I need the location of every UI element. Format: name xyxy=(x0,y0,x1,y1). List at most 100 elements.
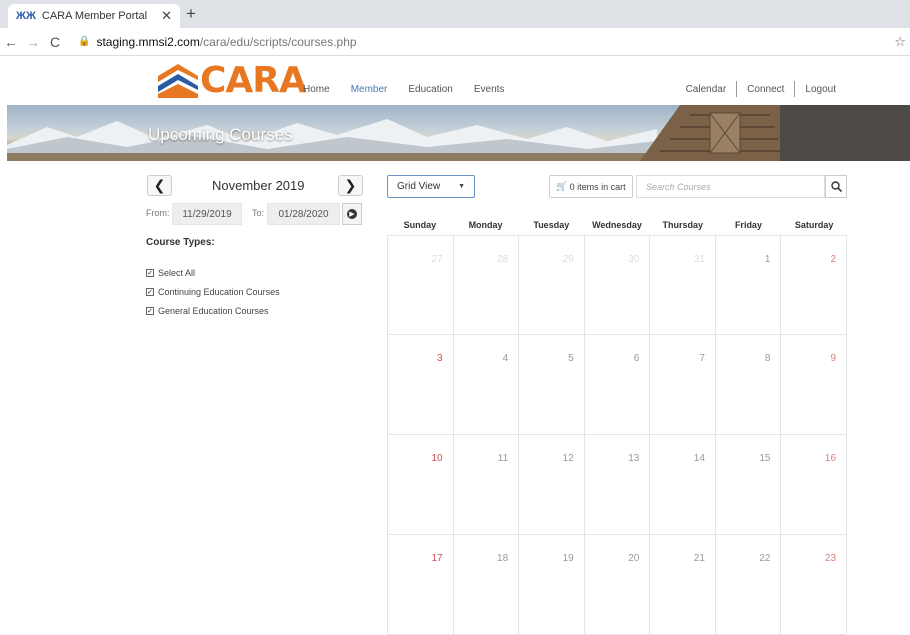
calendar-week-row: 10 11 12 13 14 15 16 xyxy=(387,435,848,535)
calendar-week-row: 3456789 xyxy=(387,335,848,435)
apply-date-button[interactable]: ▶ xyxy=(342,203,362,225)
calendar-day-cell[interactable]: 19 xyxy=(519,535,585,635)
search-input[interactable] xyxy=(636,175,825,198)
search-icon xyxy=(830,181,842,192)
calendar-day-cell[interactable]: 27 xyxy=(387,235,454,335)
search-button[interactable] xyxy=(825,175,847,198)
checkbox-checked-icon[interactable]: ✓ xyxy=(146,288,154,296)
checkbox-checked-icon[interactable]: ✓ xyxy=(146,307,154,315)
calendar-day-cell[interactable]: 23 xyxy=(781,535,848,635)
weekday-label: Tuesday xyxy=(533,220,570,230)
calendar-day-cell[interactable]: 21 xyxy=(650,535,716,635)
forward-arrow-icon[interactable]: → xyxy=(22,34,44,50)
calendar-day-cell[interactable]: 17 xyxy=(387,535,454,635)
calendar-day-cell[interactable]: 16 xyxy=(781,435,848,535)
prev-month-button[interactable]: ❮ xyxy=(147,175,172,196)
calendar-day-cell[interactable]: 2 xyxy=(781,235,848,335)
nav-connect[interactable]: Connect xyxy=(747,84,784,95)
chevron-right-icon: ❯ xyxy=(344,177,357,193)
caret-down-icon: ▼ xyxy=(458,183,465,190)
calendar-week-row: 17 18 19 20 21 22 23 xyxy=(387,535,848,635)
cara-favicon-icon: ЖЖ xyxy=(16,10,36,22)
calendar-day-cell[interactable]: 1 xyxy=(715,235,782,335)
calendar-day-cell[interactable]: 28 xyxy=(453,235,520,335)
cart-icon: 🛒 xyxy=(556,181,568,191)
weekday-label: Saturday xyxy=(794,220,834,230)
weekday-label: Monday xyxy=(468,220,503,230)
new-tab-icon[interactable]: + xyxy=(186,4,196,24)
view-select[interactable]: Grid View ▼ xyxy=(387,175,475,198)
calendar-day-cell[interactable]: 18 xyxy=(453,535,520,635)
browser-tabbar: ЖЖ CARA Member Portal ✕ + xyxy=(0,0,910,28)
calendar-grid: 27 28 29 30 31 1 2 3 4 5 6 7 8 9 10 11 12 13 14 15 16 17 18 19 2… xyxy=(387,235,848,635)
nav-divider xyxy=(794,81,796,97)
calendar-day-cell[interactable]: 22 xyxy=(715,535,782,635)
checkbox-label: Select All xyxy=(158,268,196,278)
chevron-left-icon: ❮ xyxy=(153,177,166,193)
calendar-day-cell[interactable]: 15 xyxy=(715,435,782,535)
nav-logout[interactable]: Logout xyxy=(805,84,836,95)
nav-divider xyxy=(736,81,738,97)
nav-member[interactable]: Member xyxy=(351,84,388,95)
calendar-day-cell[interactable]: 29 xyxy=(519,235,585,335)
calendar-day-cell[interactable]: 31 xyxy=(650,235,716,335)
weekday-label: Thursday xyxy=(662,220,703,230)
calendar-day-cell[interactable]: 8 xyxy=(715,335,782,435)
nav-events[interactable]: Events xyxy=(474,84,505,95)
nav-home[interactable]: Home xyxy=(303,84,330,95)
checkbox-continuing-education[interactable]: ✓ Continuing Education Courses xyxy=(146,287,280,297)
checkbox-label: Continuing Education Courses xyxy=(158,287,280,297)
cart-button[interactable]: 🛒 0 items in cart xyxy=(549,175,633,198)
calendar-day-cell[interactable]: 10 xyxy=(387,435,454,535)
month-label: November 2019 xyxy=(212,178,305,193)
checkbox-checked-icon[interactable]: ✓ xyxy=(146,269,154,277)
from-date-input[interactable]: 11/29/2019 xyxy=(172,203,242,225)
checkbox-label: General Education Courses xyxy=(158,306,269,316)
to-date-input[interactable]: 01/28/2020 xyxy=(267,203,340,225)
tab-title: CARA Member Portal xyxy=(41,10,148,22)
calendar-day-cell[interactable]: 11 xyxy=(453,435,520,535)
calendar-day-cell[interactable]: 9 xyxy=(781,335,848,435)
calendar-week-row: 27 28 29 30 31 1 2 xyxy=(387,235,848,335)
checkbox-select-all[interactable]: ✓ Select All xyxy=(146,268,195,278)
calendar-day-cell[interactable]: 14 xyxy=(650,435,716,535)
close-tab-icon[interactable]: ✕ xyxy=(161,8,172,24)
mountains-image xyxy=(7,119,657,161)
cara-logo[interactable]: CARA xyxy=(158,60,307,101)
weekday-label: Sunday xyxy=(403,220,437,230)
bookmark-star-icon[interactable]: ☆ xyxy=(894,34,906,50)
next-month-button[interactable]: ❯ xyxy=(338,175,363,196)
hero-banner xyxy=(7,105,910,161)
weekday-label: Wednesday xyxy=(592,220,642,230)
page-title: Upcoming Courses xyxy=(148,125,293,144)
url-host: staging.mmsi2.com xyxy=(96,34,200,49)
calendar-day-cell[interactable]: 7 xyxy=(650,335,716,435)
reload-icon[interactable]: C xyxy=(44,34,66,50)
nav-education[interactable]: Education xyxy=(408,84,452,95)
calendar-day-cell[interactable]: 3 xyxy=(387,335,454,435)
calendar-day-cell[interactable]: 13 xyxy=(584,435,651,535)
calendar-day-cell[interactable]: 5 xyxy=(519,335,585,435)
view-select-value: Grid View xyxy=(397,181,441,192)
weekday-label: Friday xyxy=(734,220,762,230)
site-header: CARA Home Member Education Events Calend… xyxy=(0,56,910,104)
url-path: /cara/edu/scripts/courses.php xyxy=(199,34,357,49)
url-field[interactable]: 🔒 staging.mmsi2.com/cara/edu/scripts/cou… xyxy=(78,35,357,49)
course-types-heading: Course Types: xyxy=(146,237,215,248)
barn-image xyxy=(640,105,910,161)
utility-nav: Calendar Connect Logout xyxy=(686,81,836,97)
calendar-day-cell[interactable]: 4 xyxy=(453,335,520,435)
calendar-weekday-header: Sunday Monday Tuesday Wednesday Thursday… xyxy=(387,215,847,235)
calendar-day-cell[interactable]: 6 xyxy=(584,335,651,435)
checkbox-general-education[interactable]: ✓ General Education Courses xyxy=(146,306,269,316)
calendar-day-cell[interactable]: 30 xyxy=(584,235,651,335)
to-label: To: xyxy=(252,208,265,218)
address-bar: ← → C 🔒 staging.mmsi2.com/cara/edu/scrip… xyxy=(0,28,910,56)
from-label: From: xyxy=(146,208,170,218)
cara-logo-mark-icon xyxy=(158,64,198,98)
nav-calendar[interactable]: Calendar xyxy=(686,84,727,95)
calendar-day-cell[interactable]: 20 xyxy=(584,535,651,635)
back-arrow-icon[interactable]: ← xyxy=(0,34,22,50)
browser-tab[interactable]: ЖЖ CARA Member Portal ✕ xyxy=(8,4,180,28)
calendar-day-cell[interactable]: 12 xyxy=(519,435,585,535)
